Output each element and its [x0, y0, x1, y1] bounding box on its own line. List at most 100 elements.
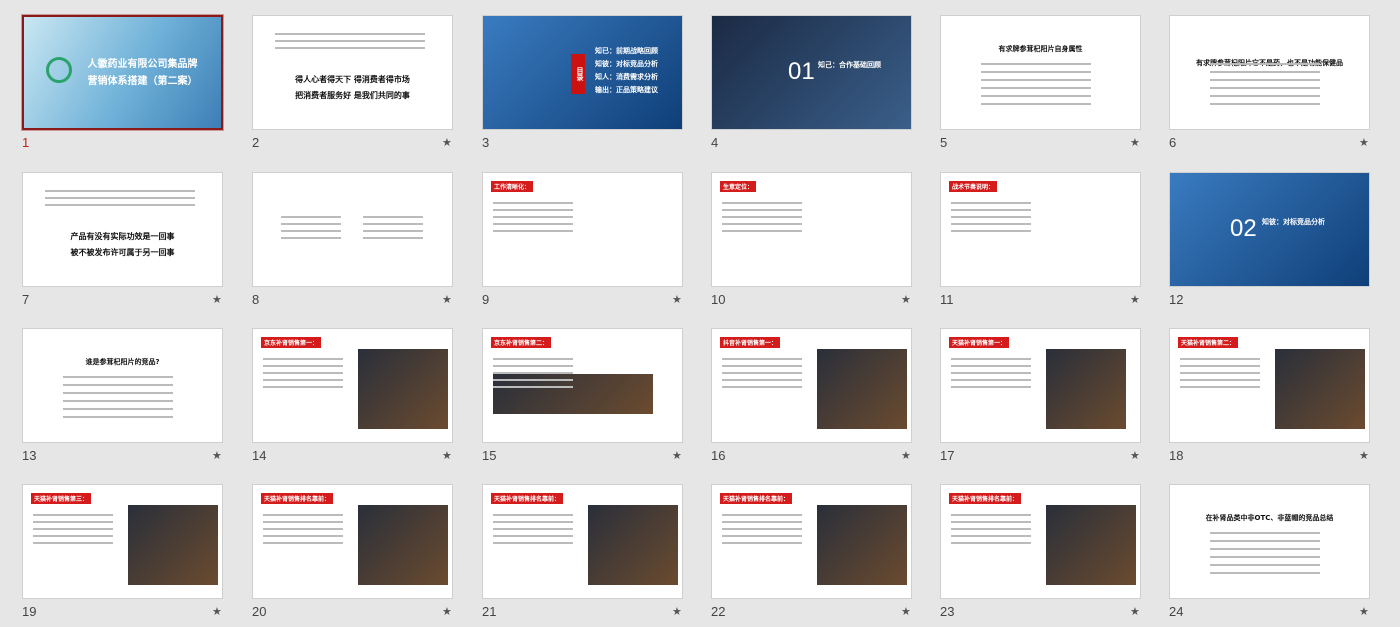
- slide-canvas[interactable]: 天猫补肾销售第三：: [22, 484, 223, 599]
- slide-thumbnail-6[interactable]: 有求牌参茸杞阳片它不是药，也不是功能保健品 6 ★: [1169, 15, 1374, 150]
- text-line: [63, 376, 173, 378]
- slide-canvas[interactable]: 人徽药业有限公司集品牌 营销体系搭建（第二案）: [22, 15, 223, 130]
- slide-thumbnail-3[interactable]: 目录 知已：前期战略回顾 知彼：对标竞品分析 知人：消费需求分析 输出：正品策略建议 3: [482, 15, 687, 150]
- slide-thumbnail-2[interactable]: 得人心者得天下 得消费者得市场 把消费者服务好 是我们共同的事 2 ★: [252, 15, 457, 150]
- star-icon: ★: [1130, 449, 1140, 462]
- slide-thumbnail-1[interactable]: 人徽药业有限公司集品牌 营销体系搭建（第二案） 1: [22, 15, 227, 150]
- text-line: [1180, 372, 1260, 374]
- slide-thumbnail-8[interactable]: 8 ★: [252, 172, 457, 307]
- slide-thumbnail-21[interactable]: 天猫补肾销售排名靠前： 21 ★: [482, 484, 687, 619]
- text-line: [263, 358, 343, 360]
- slide-number: 9: [482, 292, 490, 307]
- section-subtitle: 知彼：对标竞品分析: [1262, 218, 1325, 226]
- slide-canvas[interactable]: 谁是参茸杞阳片的竞品?: [22, 328, 223, 443]
- slide-canvas[interactable]: 生意定位：: [711, 172, 912, 287]
- slide-thumbnail-19[interactable]: 天猫补肾销售第三： 19 ★: [22, 484, 227, 619]
- slide-thumbnail-18[interactable]: 天猫补肾销售第二： 18 ★: [1169, 328, 1374, 463]
- slide-thumbnail-14[interactable]: 京东补肾销售第一： 14 ★: [252, 328, 457, 463]
- slide-thumbnail-9[interactable]: 工作清晰化： 9 ★: [482, 172, 687, 307]
- slide-canvas[interactable]: 01 知己：合作基础回顾: [711, 15, 912, 130]
- text-line: [722, 542, 802, 544]
- slide-canvas[interactable]: 天猫补肾销售第二：: [1169, 328, 1370, 443]
- text-line: [363, 223, 423, 225]
- slide-thumbnail-15[interactable]: 京东补肾销售第二： 15 ★: [482, 328, 687, 463]
- slide-number: 4: [711, 135, 719, 150]
- slide-thumbnail-24[interactable]: 在补肾品类中非OTC、非蓝帽的竞品总结 24 ★: [1169, 484, 1374, 619]
- text-line: [722, 372, 802, 374]
- slide-thumbnail-22[interactable]: 天猫补肾销售排名靠前： 22 ★: [711, 484, 916, 619]
- slide-canvas[interactable]: 京东补肾销售第二：: [482, 328, 683, 443]
- slide-number: 19: [22, 604, 37, 619]
- slide-thumbnail-4[interactable]: 01 知己：合作基础回顾 4: [711, 15, 916, 150]
- text-line: [493, 379, 573, 381]
- slide-thumbnail-23[interactable]: 天猫补肾销售排名靠前： 23 ★: [940, 484, 1145, 619]
- text-line: [951, 372, 1031, 374]
- slide-canvas[interactable]: 工作清晰化：: [482, 172, 683, 287]
- star-icon: ★: [901, 449, 911, 462]
- slide-canvas[interactable]: 有求牌参茸杞阳片它不是药，也不是功能保健品: [1169, 15, 1370, 130]
- slide-thumbnail-17[interactable]: 天猫补肾销售第一： 17 ★: [940, 328, 1145, 463]
- slide-header: 天猫补肾销售排名靠前：: [949, 493, 1022, 504]
- slide-canvas[interactable]: 02 知彼：对标竞品分析: [1169, 172, 1370, 287]
- product-image: [1046, 505, 1136, 585]
- slide-thumbnail-11[interactable]: 战术节奏说明： 11 ★: [940, 172, 1145, 307]
- text-line: [1210, 572, 1320, 574]
- slide-header: 天猫补肾销售排名靠前：: [261, 493, 334, 504]
- slide-thumbnail-13[interactable]: 谁是参茸杞阳片的竞品? 13 ★: [22, 328, 227, 463]
- star-icon: ★: [672, 605, 682, 618]
- text-line: [722, 223, 802, 225]
- text-line: [1180, 358, 1260, 360]
- slide-canvas[interactable]: 天猫补肾销售排名靠前：: [482, 484, 683, 599]
- text-line: [281, 237, 341, 239]
- slide-canvas[interactable]: 京东补肾销售第一：: [252, 328, 453, 443]
- text-line: [281, 223, 341, 225]
- text-line: [1210, 556, 1320, 558]
- slide-header: 生意定位：: [720, 181, 757, 192]
- slide-thumbnail-10[interactable]: 生意定位： 10 ★: [711, 172, 916, 307]
- text-line: [275, 33, 425, 35]
- text-line: [263, 528, 343, 530]
- slide-canvas[interactable]: 抖音补肾销售第一：: [711, 328, 912, 443]
- slide-number: 8: [252, 292, 260, 307]
- text-line: [951, 230, 1031, 232]
- text-line: [493, 535, 573, 537]
- slide-canvas[interactable]: 天猫补肾销售排名靠前：: [252, 484, 453, 599]
- slide-header: 天猫补肾销售第一：: [949, 337, 1010, 348]
- background-photo: [1170, 173, 1369, 286]
- text-line: [493, 542, 573, 544]
- toc-item: 知彼：对标竞品分析: [595, 60, 658, 68]
- slide-thumbnail-12[interactable]: 02 知彼：对标竞品分析 12: [1169, 172, 1374, 307]
- text-line: [1180, 379, 1260, 381]
- text-line: [493, 386, 573, 388]
- slide-thumbnail-20[interactable]: 天猫补肾销售排名靠前： 20 ★: [252, 484, 457, 619]
- star-icon: ★: [1359, 136, 1369, 149]
- text-line: [722, 528, 802, 530]
- slide-canvas[interactable]: [252, 172, 453, 287]
- text-line: [33, 535, 113, 537]
- text-line: [263, 535, 343, 537]
- slide-canvas[interactable]: 天猫补肾销售排名靠前：: [940, 484, 1141, 599]
- slide-canvas[interactable]: 天猫补肾销售第一：: [940, 328, 1141, 443]
- slide-number: 11: [940, 292, 954, 307]
- text-line: [363, 237, 423, 239]
- star-icon: ★: [442, 293, 452, 306]
- slide-canvas[interactable]: 有求牌参茸杞阳片自身属性: [940, 15, 1141, 130]
- text-line: [363, 230, 423, 232]
- slide-number: 23: [940, 604, 955, 619]
- star-icon: ★: [901, 293, 911, 306]
- text-line: [45, 197, 195, 199]
- slide-thumbnail-7[interactable]: 产品有没有实际功效是一回事 被不被发布许可属于另一回事 7 ★: [22, 172, 227, 307]
- slide-canvas[interactable]: 目录 知已：前期战略回顾 知彼：对标竞品分析 知人：消费需求分析 输出：正品策略建议: [482, 15, 683, 130]
- slide-header: 工作清晰化：: [491, 181, 534, 192]
- text-line: [63, 416, 173, 418]
- slide-thumbnail-5[interactable]: 有求牌参茸杞阳片自身属性 5 ★: [940, 15, 1145, 150]
- section-number: 01: [788, 58, 815, 85]
- slide-thumbnail-16[interactable]: 抖音补肾销售第一： 16 ★: [711, 328, 916, 463]
- text-line: [722, 379, 802, 381]
- star-icon: ★: [212, 605, 222, 618]
- slide-canvas[interactable]: 得人心者得天下 得消费者得市场 把消费者服务好 是我们共同的事: [252, 15, 453, 130]
- slide-canvas[interactable]: 天猫补肾销售排名靠前：: [711, 484, 912, 599]
- slide-canvas[interactable]: 战术节奏说明：: [940, 172, 1141, 287]
- slide-canvas[interactable]: 在补肾品类中非OTC、非蓝帽的竞品总结: [1169, 484, 1370, 599]
- slide-canvas[interactable]: 产品有没有实际功效是一回事 被不被发布许可属于另一回事: [22, 172, 223, 287]
